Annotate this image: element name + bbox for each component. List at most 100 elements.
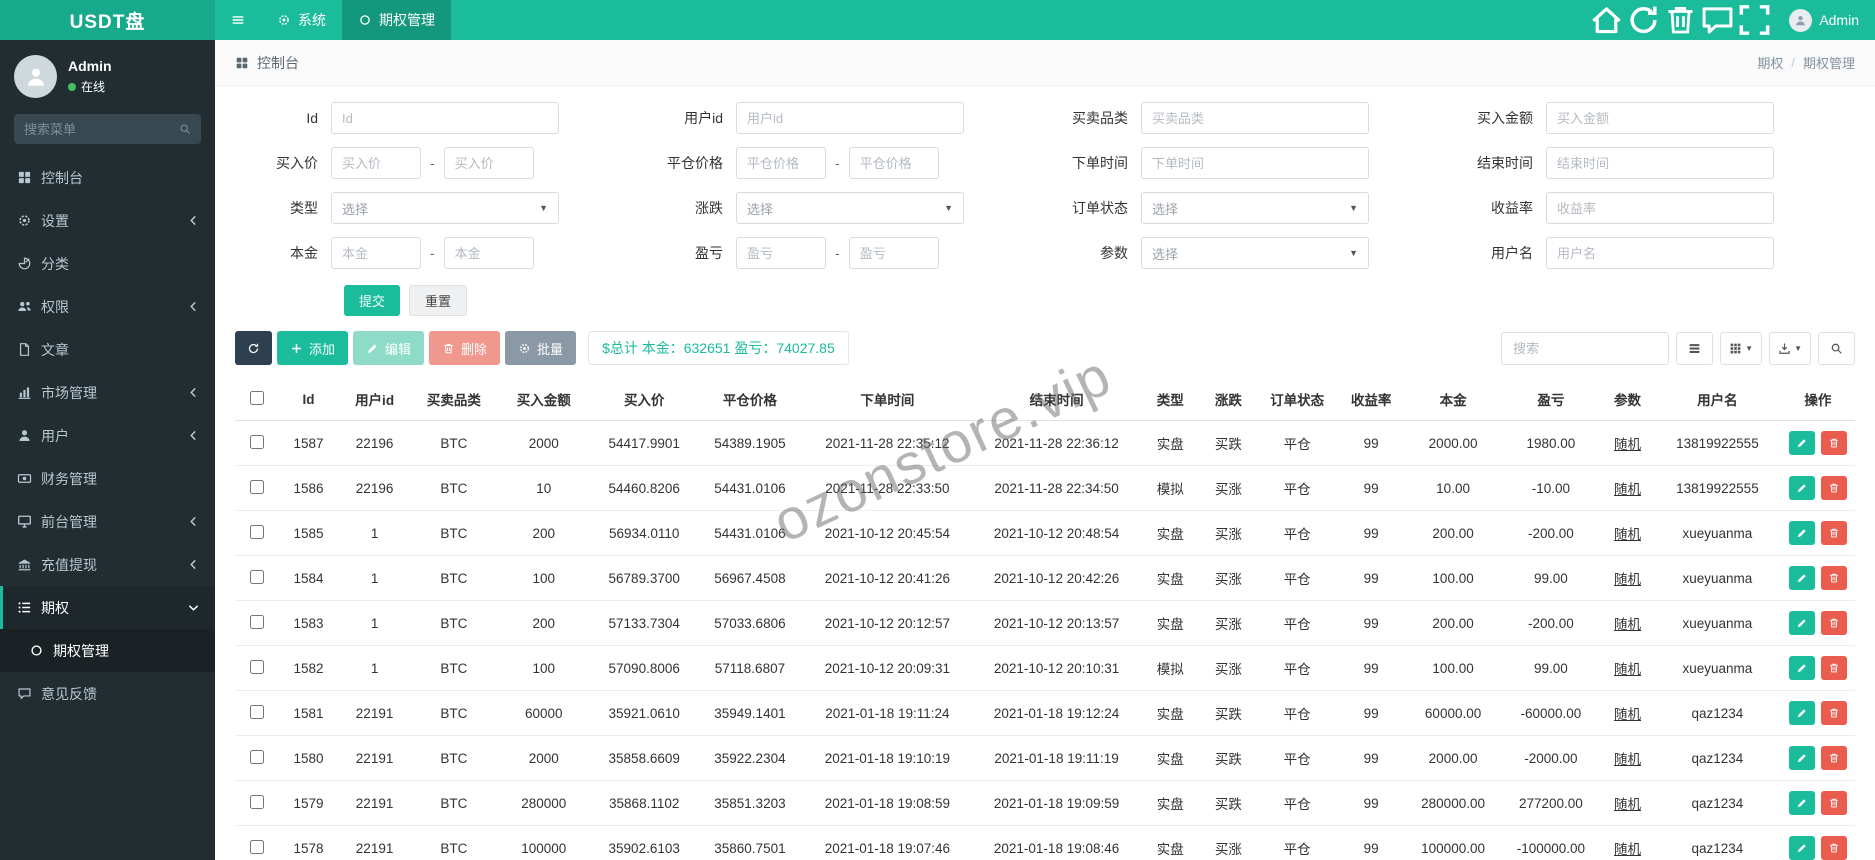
row-checkbox[interactable]: [250, 614, 265, 629]
message-icon[interactable]: [1699, 0, 1736, 40]
buy-price-max-input[interactable]: [443, 147, 534, 179]
add-button[interactable]: 添加: [277, 331, 349, 365]
edit-row-button[interactable]: [1788, 476, 1815, 500]
close-price-min-input[interactable]: [736, 147, 826, 179]
edit-row-button[interactable]: [1788, 701, 1815, 725]
edit-row-button[interactable]: [1788, 791, 1815, 815]
order-time-filter-input[interactable]: [1141, 147, 1369, 179]
cell-status: 平仓: [1257, 600, 1337, 646]
sidebar-search-input[interactable]: [24, 121, 173, 137]
profit-min-input[interactable]: [736, 237, 826, 269]
row-checkbox[interactable]: [250, 569, 265, 584]
delete-row-button[interactable]: [1820, 746, 1847, 770]
id-filter-input[interactable]: [331, 102, 559, 134]
trash-icon[interactable]: [1662, 0, 1699, 40]
sidebar-item-user[interactable]: 用户: [0, 414, 215, 457]
sidebar-item-frontend[interactable]: 前台管理: [0, 500, 215, 543]
sidebar-toggle-button[interactable]: [215, 0, 261, 40]
sidebar-item-permission[interactable]: 权限: [0, 285, 215, 328]
refresh-icon[interactable]: [1625, 0, 1662, 40]
principal-max-input[interactable]: [443, 237, 534, 269]
row-checkbox[interactable]: [250, 479, 265, 494]
reset-button[interactable]: 重置: [409, 285, 468, 316]
type-select[interactable]: 选择 ▼: [331, 192, 559, 224]
delete-row-button[interactable]: [1820, 566, 1847, 590]
sidebar-item-feedback[interactable]: 意见反馈: [0, 672, 215, 715]
edit-row-button[interactable]: [1788, 656, 1815, 680]
uid-filter-input[interactable]: [736, 102, 964, 134]
refresh-table-button[interactable]: [235, 331, 272, 365]
buy-amount-filter-input[interactable]: [1546, 102, 1774, 134]
edit-row-button[interactable]: [1788, 836, 1815, 860]
cell-param[interactable]: 随机: [1601, 465, 1654, 511]
sidebar-item-finance[interactable]: 财务管理: [0, 457, 215, 500]
row-checkbox[interactable]: [250, 749, 265, 764]
delete-row-button[interactable]: [1820, 521, 1847, 545]
cell-param[interactable]: 随机: [1601, 555, 1654, 601]
row-checkbox[interactable]: [250, 704, 265, 719]
cell-param[interactable]: 随机: [1601, 735, 1654, 781]
edit-row-button[interactable]: [1788, 611, 1815, 635]
rate-filter-input[interactable]: [1546, 192, 1774, 224]
cell-param[interactable]: 随机: [1601, 825, 1654, 860]
edit-row-button[interactable]: [1788, 521, 1815, 545]
edit-row-button[interactable]: [1788, 566, 1815, 590]
edit-row-button[interactable]: [1788, 431, 1815, 455]
row-checkbox[interactable]: [250, 524, 265, 539]
batch-button[interactable]: 批量: [505, 331, 577, 365]
nav-option-management[interactable]: 期权管理: [342, 0, 451, 40]
search-icon[interactable]: [179, 123, 191, 135]
row-checkbox[interactable]: [250, 794, 265, 809]
export-button[interactable]: ▼: [1769, 331, 1811, 365]
cell-param[interactable]: 随机: [1601, 645, 1654, 691]
edit-row-button[interactable]: [1788, 746, 1815, 770]
category-filter-input[interactable]: [1141, 102, 1369, 134]
row-checkbox[interactable]: [250, 659, 265, 674]
toggle-pagination-button[interactable]: [1676, 331, 1714, 365]
delete-row-button[interactable]: [1820, 611, 1847, 635]
search-toggle-button[interactable]: [1818, 331, 1855, 365]
sidebar-item-article[interactable]: 文章: [0, 328, 215, 371]
cell-param[interactable]: 随机: [1601, 690, 1654, 736]
row-checkbox[interactable]: [250, 434, 265, 449]
cell-param[interactable]: 随机: [1601, 600, 1654, 646]
select-all-checkbox[interactable]: [250, 390, 265, 405]
columns-button[interactable]: ▼: [1720, 331, 1763, 365]
breadcrumb-section[interactable]: 期权: [1757, 53, 1783, 72]
profit-max-input[interactable]: [848, 237, 939, 269]
sidebar-item-option-manage[interactable]: 期权管理: [0, 629, 215, 672]
delete-row-button[interactable]: [1820, 836, 1847, 860]
status-select[interactable]: 选择 ▼: [1141, 192, 1369, 224]
delete-row-button[interactable]: [1820, 476, 1847, 500]
table-search-input[interactable]: [1501, 331, 1670, 365]
admin-menu[interactable]: Admin: [1773, 8, 1875, 32]
principal-min-input[interactable]: [331, 237, 421, 269]
delete-row-button[interactable]: [1820, 431, 1847, 455]
end-time-filter-input[interactable]: [1546, 147, 1774, 179]
submit-button[interactable]: 提交: [344, 285, 401, 316]
breadcrumb[interactable]: 控制台: [235, 53, 299, 73]
row-checkbox[interactable]: [250, 839, 265, 854]
buy-price-min-input[interactable]: [331, 147, 421, 179]
trend-select[interactable]: 选择 ▼: [736, 192, 964, 224]
param-select[interactable]: 选择 ▼: [1141, 237, 1369, 269]
delete-row-button[interactable]: [1820, 791, 1847, 815]
sidebar-item-console[interactable]: 控制台: [0, 156, 215, 199]
home-icon[interactable]: [1588, 0, 1625, 40]
delete-row-button[interactable]: [1820, 701, 1847, 725]
sidebar-item-recharge[interactable]: 充值提现: [0, 543, 215, 586]
username-filter-input[interactable]: [1546, 237, 1774, 269]
cell-param[interactable]: 随机: [1601, 420, 1654, 466]
sidebar-item-category[interactable]: 分类: [0, 242, 215, 285]
close-price-max-input[interactable]: [848, 147, 939, 179]
cell-param[interactable]: 随机: [1601, 780, 1654, 826]
sidebar-item-market[interactable]: 市场管理: [0, 371, 215, 414]
edit-button[interactable]: 编辑: [353, 331, 425, 365]
delete-button[interactable]: 删除: [429, 331, 501, 365]
sidebar-item-option[interactable]: 期权: [0, 586, 215, 629]
delete-row-button[interactable]: [1820, 656, 1847, 680]
cell-param[interactable]: 随机: [1601, 510, 1654, 556]
nav-system[interactable]: 系统: [261, 0, 342, 40]
sidebar-item-settings[interactable]: 设置: [0, 199, 215, 242]
fullscreen-icon[interactable]: [1736, 0, 1773, 40]
